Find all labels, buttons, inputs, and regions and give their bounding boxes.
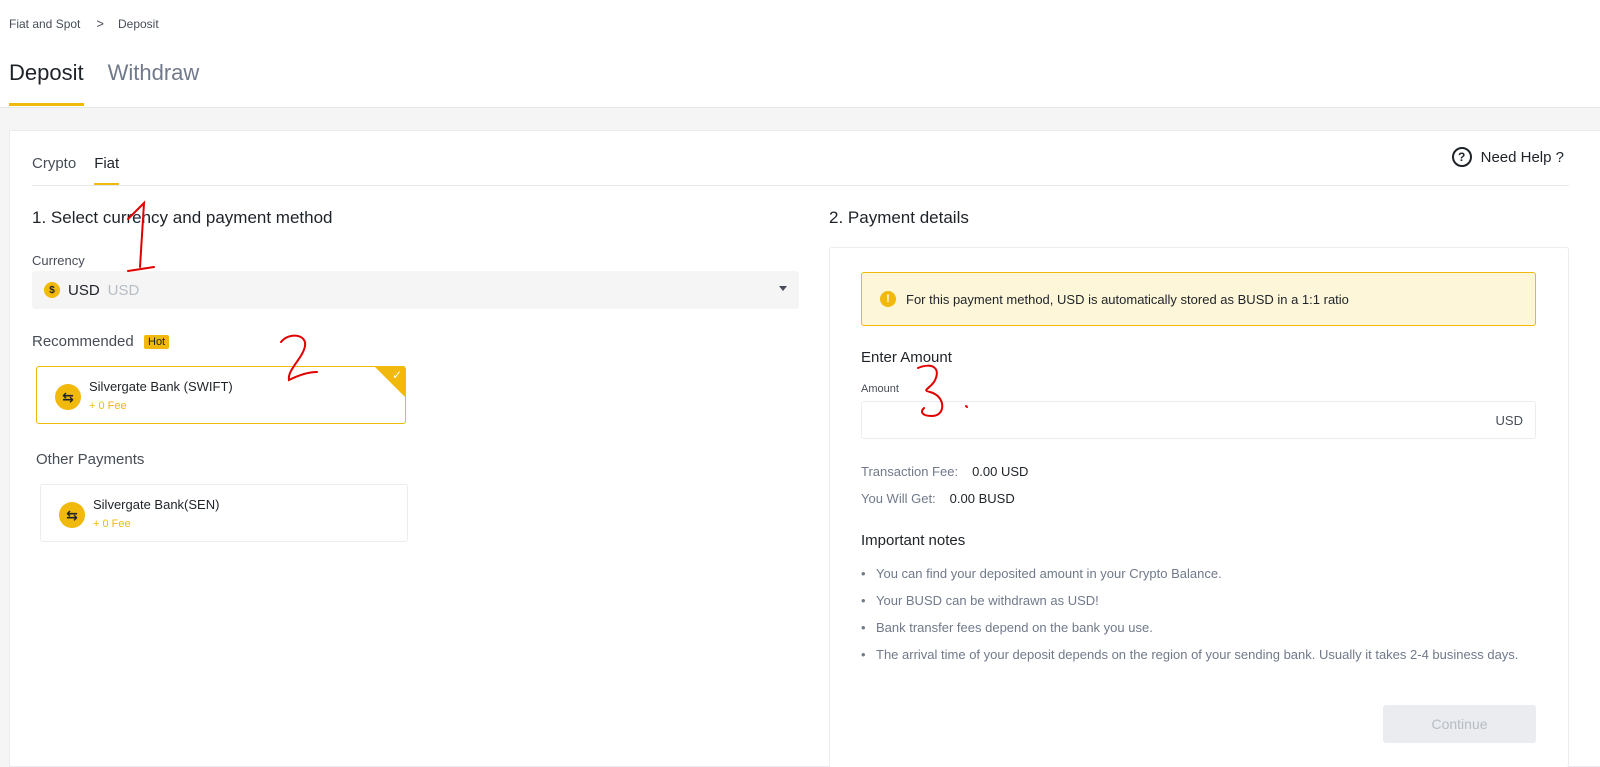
important-notes-title: Important notes bbox=[861, 532, 966, 549]
breadcrumb-chevron-icon: > bbox=[96, 16, 104, 31]
enter-amount-title: Enter Amount bbox=[861, 349, 952, 366]
need-help-label: Need Help ? bbox=[1480, 148, 1564, 166]
important-notes-list: You can find your deposited amount in yo… bbox=[861, 564, 1536, 672]
note-item: The arrival time of your deposit depends… bbox=[861, 645, 1536, 664]
transaction-fee-label: Transaction Fee: bbox=[861, 464, 959, 479]
tab-withdraw[interactable]: Withdraw bbox=[108, 60, 200, 106]
payment-option-swift[interactable]: ⇆ Silvergate Bank (SWIFT) + 0 Fee ✓ bbox=[36, 366, 406, 424]
transaction-fee-value: 0.00 USD bbox=[972, 464, 1029, 479]
hot-badge: Hot bbox=[144, 335, 170, 349]
need-help-link[interactable]: ? Need Help ? bbox=[1451, 147, 1564, 167]
breadcrumb-parent[interactable]: Fiat and Spot bbox=[9, 17, 80, 31]
transaction-fee-row: Transaction Fee: 0.00 USD bbox=[861, 464, 1028, 479]
tab-fiat[interactable]: Fiat bbox=[94, 155, 120, 185]
deposit-card: Crypto Fiat ? Need Help ? 1. Select curr… bbox=[9, 130, 1600, 767]
currency-select[interactable]: $ USD USD bbox=[32, 271, 799, 309]
section-title-select: 1. Select currency and payment method bbox=[32, 208, 333, 227]
amount-label: Amount bbox=[861, 383, 899, 395]
payment-option-sen[interactable]: ⇆ Silvergate Bank(SEN) + 0 Fee bbox=[40, 484, 408, 542]
other-payments-label: Other Payments bbox=[36, 451, 145, 468]
payment-name: Silvergate Bank (SWIFT) bbox=[89, 379, 233, 394]
breadcrumb-current: Deposit bbox=[117, 16, 159, 31]
tab-crypto[interactable]: Crypto bbox=[32, 155, 76, 185]
amount-field[interactable]: USD bbox=[861, 401, 1536, 439]
notice-banner: ! For this payment method, USD is automa… bbox=[861, 272, 1536, 326]
section-title-payment-details: 2. Payment details bbox=[829, 208, 969, 227]
payment-name: Silvergate Bank(SEN) bbox=[93, 497, 220, 512]
transfer-icon: ⇆ bbox=[55, 384, 81, 410]
currency-name: USD bbox=[107, 281, 140, 299]
transfer-icon: ⇆ bbox=[59, 502, 85, 528]
notice-text: For this payment method, USD is automati… bbox=[906, 291, 1349, 307]
you-will-get-label: You Will Get: bbox=[861, 491, 936, 506]
tab-deposit[interactable]: Deposit bbox=[9, 60, 84, 106]
payment-fee: + 0 Fee bbox=[89, 400, 127, 412]
warning-icon: ! bbox=[880, 291, 896, 307]
question-circle-icon: ? bbox=[1451, 147, 1472, 167]
you-will-get-row: You Will Get: 0.00 BUSD bbox=[861, 491, 1015, 506]
payment-details-panel: ! For this payment method, USD is automa… bbox=[829, 247, 1569, 767]
payment-fee: + 0 Fee bbox=[93, 518, 131, 530]
note-item: You can find your deposited amount in yo… bbox=[861, 564, 1536, 583]
caret-down-icon bbox=[779, 286, 787, 291]
main-tabs: Deposit Withdraw bbox=[9, 60, 223, 108]
you-will-get-value: 0.00 BUSD bbox=[949, 491, 1015, 506]
sub-tabs: Crypto Fiat bbox=[32, 155, 137, 185]
top-bar: Fiat and Spot > Deposit Deposit Withdraw bbox=[0, 0, 1600, 108]
check-icon: ✓ bbox=[391, 368, 402, 382]
amount-input[interactable] bbox=[862, 402, 1462, 438]
amount-unit: USD bbox=[1495, 413, 1523, 428]
continue-button[interactable]: Continue bbox=[1383, 705, 1536, 743]
currency-label: Currency bbox=[32, 253, 85, 268]
recommended-label: Recommended bbox=[32, 333, 134, 350]
currency-code: USD bbox=[68, 281, 100, 299]
dollar-coin-icon: $ bbox=[44, 282, 60, 298]
divider bbox=[32, 185, 1569, 186]
note-item: Your BUSD can be withdrawn as USD! bbox=[861, 591, 1536, 610]
note-item: Bank transfer fees depend on the bank yo… bbox=[861, 618, 1536, 637]
breadcrumb: Fiat and Spot > Deposit bbox=[9, 16, 159, 31]
